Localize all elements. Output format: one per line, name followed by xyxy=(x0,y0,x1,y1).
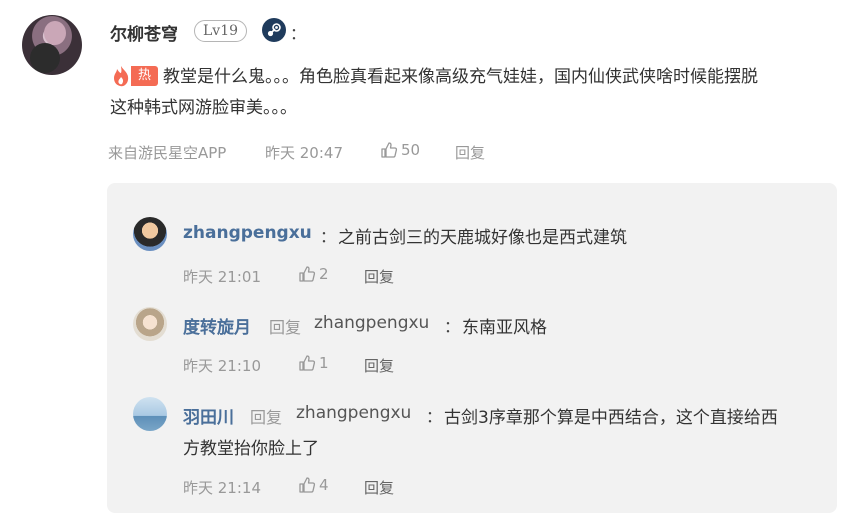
reply-target[interactable]: zhangpengxu xyxy=(314,313,429,333)
reply-username[interactable]: 度转旋月 xyxy=(183,313,251,338)
reply-username[interactable]: zhangpengxu xyxy=(183,223,312,243)
reply-button[interactable]: 回复 xyxy=(364,355,394,376)
reply-text-line1: 古剑3序章那个算是中西结合，这个直接给西 xyxy=(444,408,778,428)
reply-time: 昨天 21:01 xyxy=(183,268,261,286)
reply-username[interactable]: 羽田川 xyxy=(183,403,234,428)
reply-button[interactable]: 回复 xyxy=(364,477,394,498)
like-count: 50 xyxy=(401,141,421,159)
like-button[interactable]: 1 xyxy=(298,354,329,372)
reply-text-line2: 方教堂抬你脸上了 xyxy=(183,439,319,459)
like-button[interactable]: 50 xyxy=(380,141,420,159)
reply-colon: ： xyxy=(320,227,337,246)
avatar[interactable] xyxy=(133,217,167,251)
avatar[interactable] xyxy=(22,15,82,75)
comment-username[interactable]: 尔柳苍穹 xyxy=(110,20,178,45)
reply-colon: ： xyxy=(426,407,443,426)
like-count: 1 xyxy=(319,354,329,372)
like-button[interactable]: 2 xyxy=(298,265,329,283)
reply-time: 昨天 21:14 xyxy=(183,479,261,497)
comment-source: 来自游民星空APP xyxy=(108,144,227,162)
reply-word: 回复 xyxy=(269,318,302,337)
reply-text: 东南亚风格 xyxy=(462,318,547,338)
level-badge: Lv19 xyxy=(194,20,248,42)
thumbs-up-icon xyxy=(298,476,316,494)
avatar[interactable] xyxy=(133,397,167,431)
like-button[interactable]: 4 xyxy=(298,476,329,494)
flame-icon xyxy=(110,64,132,88)
steam-icon xyxy=(262,18,286,42)
reply-target[interactable]: zhangpengxu xyxy=(296,403,411,423)
like-count: 2 xyxy=(319,265,329,283)
reply-word: 回复 xyxy=(250,408,283,427)
thumbs-up-icon xyxy=(380,141,398,159)
reply-button[interactable]: 回复 xyxy=(455,142,485,163)
hot-badge: 热 xyxy=(131,66,158,86)
comment-text-line1: 教堂是什么鬼。。。角色脸真看起来像高级充气娃娃，国内仙侠武侠啥时候能摆脱 xyxy=(163,67,758,87)
reply-time: 昨天 21:10 xyxy=(183,357,261,375)
reply-colon: ： xyxy=(444,317,461,336)
thumbs-up-icon xyxy=(298,354,316,372)
reply-text: 之前古剑三的天鹿城好像也是西式建筑 xyxy=(338,228,627,248)
comment-time: 昨天 20:47 xyxy=(265,144,343,162)
avatar[interactable] xyxy=(133,307,167,341)
username-colon: ： xyxy=(290,24,307,43)
comment-text-line2: 这种韩式网游脸审美。。。 xyxy=(110,98,297,118)
thumbs-up-icon xyxy=(298,265,316,283)
like-count: 4 xyxy=(319,476,329,494)
reply-button[interactable]: 回复 xyxy=(364,266,394,287)
